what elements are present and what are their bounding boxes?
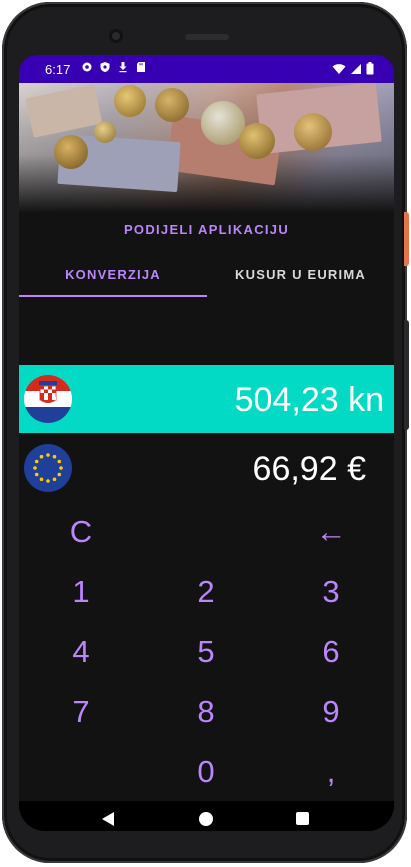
recents-icon[interactable] — [296, 812, 309, 825]
eu-flag-icon — [24, 444, 72, 492]
tab-kusur-u-eurima[interactable]: KUSUR U EURIMA — [207, 267, 394, 282]
sd-card-icon — [137, 62, 145, 72]
wifi-icon — [332, 63, 346, 74]
status-icons-left — [81, 61, 147, 73]
share-app-link[interactable]: PODIJELI APLIKACIJU — [19, 222, 394, 237]
key-0[interactable]: 0 — [166, 747, 246, 797]
key-9[interactable]: 9 — [291, 687, 371, 737]
hrk-amount-row[interactable]: 504,23 kn — [19, 365, 394, 433]
key-4[interactable]: 4 — [41, 627, 121, 677]
key-3[interactable]: 3 — [291, 567, 371, 617]
tab-indicator — [19, 295, 207, 297]
clear-button[interactable]: C — [41, 507, 121, 557]
earpiece-speaker — [185, 34, 229, 40]
home-icon[interactable] — [199, 812, 213, 826]
status-bar: 6:17 — [19, 55, 394, 83]
back-icon[interactable] — [102, 812, 114, 826]
system-nav-bar — [19, 801, 394, 831]
status-time: 6:17 — [45, 62, 71, 77]
signal-icon — [351, 63, 361, 74]
download-icon — [119, 62, 127, 73]
comma-button[interactable]: , — [291, 747, 371, 797]
battery-icon — [366, 62, 374, 75]
tab-bar: KONVERZIJA KUSUR U EURIMA — [19, 259, 394, 297]
gear-icon — [82, 62, 92, 72]
volume-button — [404, 320, 409, 430]
power-button — [404, 212, 409, 266]
key-1[interactable]: 1 — [41, 567, 121, 617]
status-icons-right — [332, 62, 374, 75]
croatia-flag-icon — [24, 375, 72, 423]
key-8[interactable]: 8 — [166, 687, 246, 737]
app-screen: 6:17 PODIJELI APLIKACIJU KONVERZIJA KUSU… — [19, 55, 394, 831]
key-2[interactable]: 2 — [166, 567, 246, 617]
key-6[interactable]: 6 — [291, 627, 371, 677]
front-camera — [109, 29, 123, 43]
hrk-amount: 504,23 kn — [234, 381, 384, 419]
eur-amount-row[interactable]: 66,92 € — [19, 436, 394, 504]
header-money-image — [19, 83, 394, 213]
key-7[interactable]: 7 — [41, 687, 121, 737]
eur-amount: 66,92 € — [252, 450, 366, 488]
key-5[interactable]: 5 — [166, 627, 246, 677]
tab-konverzija[interactable]: KONVERZIJA — [19, 267, 207, 282]
backspace-button[interactable]: ← — [291, 507, 371, 557]
phone-frame: 6:17 PODIJELI APLIKACIJU KONVERZIJA KUSU… — [2, 2, 407, 863]
shield-icon — [100, 62, 110, 72]
